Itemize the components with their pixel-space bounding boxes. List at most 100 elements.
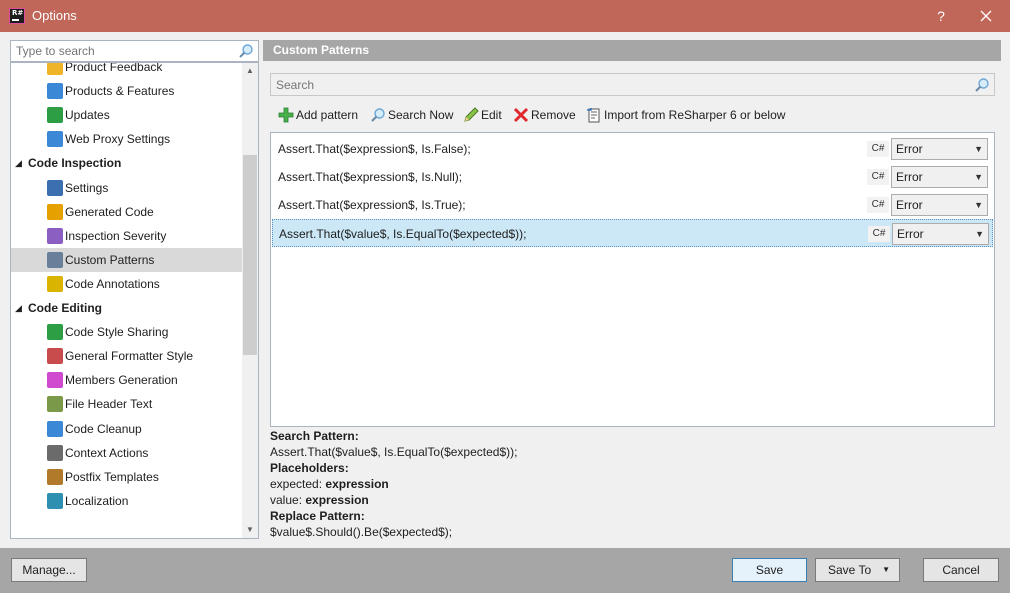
add-pattern-label: Add pattern bbox=[296, 108, 359, 122]
placeholder-kind: expression bbox=[305, 493, 369, 507]
template-icon bbox=[47, 468, 63, 485]
pattern-text: Assert.That($expression$, Is.Null); bbox=[278, 170, 463, 184]
language-badge: C# bbox=[868, 226, 890, 242]
tree-item-label: Localization bbox=[65, 493, 129, 508]
chevron-down-icon: ▼ bbox=[974, 200, 983, 210]
plus-icon bbox=[278, 107, 294, 123]
annotation-icon bbox=[47, 275, 63, 292]
patterns-toolbar: Add pattern Search Now Edit Remove Impor… bbox=[270, 103, 995, 127]
edit-label: Edit bbox=[481, 108, 502, 122]
tree-item-settings[interactable]: Settings bbox=[11, 176, 242, 200]
scroll-up-arrow-icon[interactable]: ▲ bbox=[242, 63, 258, 79]
tree-item-label: Inspection Severity bbox=[65, 228, 167, 243]
pattern-row[interactable]: Assert.That($expression$, Is.True); C# Err… bbox=[272, 191, 993, 219]
tree-item-code-style-sharing[interactable]: Code Style Sharing bbox=[11, 320, 242, 344]
tree-item-updates[interactable]: Updates bbox=[11, 103, 242, 127]
search-now-label: Search Now bbox=[388, 108, 454, 122]
pattern-text: Assert.That($expression$, Is.False); bbox=[278, 142, 471, 156]
chevron-down-icon: ▼ bbox=[975, 229, 984, 239]
close-icon bbox=[980, 10, 992, 22]
options-search-input[interactable] bbox=[11, 41, 231, 61]
pattern-row[interactable]: Assert.That($expression$, Is.False); C# Er… bbox=[272, 135, 993, 163]
tree-item-label: Postfix Templates bbox=[65, 469, 159, 484]
pattern-text: Assert.That($value$, Is.EqualTo($expecte… bbox=[279, 227, 527, 241]
tree-item-inspection-severity[interactable]: Inspection Severity bbox=[11, 224, 242, 248]
chevron-down-icon: ▼ bbox=[974, 172, 983, 182]
language-badge: C# bbox=[867, 141, 889, 157]
broom-icon bbox=[47, 420, 63, 437]
tree-item-product-feedback[interactable]: Product Feedback bbox=[11, 63, 242, 79]
tree-item-web-proxy-settings[interactable]: Web Proxy Settings bbox=[11, 127, 242, 151]
app-icon-text: R# bbox=[12, 9, 24, 17]
severity-value: Error bbox=[896, 170, 923, 184]
patterns-search-input[interactable] bbox=[271, 74, 961, 95]
severity-value: Error bbox=[897, 227, 924, 241]
placeholder-kind: expression bbox=[325, 477, 389, 491]
tree-group-code-inspection[interactable]: ◢ Code Inspection bbox=[11, 151, 242, 175]
tree-item-postfix-templates[interactable]: Postfix Templates bbox=[11, 465, 242, 489]
tree-scrollbar[interactable]: ▲ ▼ bbox=[242, 63, 258, 538]
placeholder-row: value: expression bbox=[270, 492, 369, 508]
tree-item-label: Products & Features bbox=[65, 84, 175, 99]
severity-value: Error bbox=[896, 198, 923, 212]
patterns-search-box[interactable] bbox=[270, 73, 995, 96]
expand-arrow-icon[interactable]: ◢ bbox=[15, 151, 22, 175]
dropdown-arrow-icon: ▼ bbox=[882, 565, 890, 574]
pattern-row[interactable]: Assert.That($expression$, Is.Null); C# Err… bbox=[272, 163, 993, 191]
tree-item-context-actions[interactable]: Context Actions bbox=[11, 441, 242, 465]
placeholders-label: Placeholders: bbox=[270, 461, 349, 475]
tree-item-code-cleanup[interactable]: Code Cleanup bbox=[11, 417, 242, 441]
placeholder-name: expected: bbox=[270, 477, 323, 491]
tree-group-label: Code Editing bbox=[28, 301, 102, 315]
gear-code-icon bbox=[47, 203, 63, 220]
severity-dropdown[interactable]: Error ▼ bbox=[891, 166, 988, 188]
download-icon bbox=[47, 107, 63, 124]
tree-item-label: Web Proxy Settings bbox=[65, 132, 171, 147]
severity-dropdown[interactable]: Error ▼ bbox=[891, 138, 988, 160]
remove-label: Remove bbox=[531, 108, 576, 122]
severity-dropdown[interactable]: Error ▼ bbox=[891, 194, 988, 216]
tree-item-members-generation[interactable]: Members Generation bbox=[11, 368, 242, 392]
tree-item-generated-code[interactable]: Generated Code bbox=[11, 200, 242, 224]
severity-value: Error bbox=[896, 142, 923, 156]
save-button[interactable]: Save bbox=[732, 558, 807, 582]
inspector-icon bbox=[47, 179, 63, 196]
tree-item-products-features[interactable]: Products & Features bbox=[11, 79, 242, 103]
tree-item-label: Context Actions bbox=[65, 445, 149, 460]
save-to-button[interactable]: Save To ▼ bbox=[815, 558, 900, 582]
puzzle-icon bbox=[47, 83, 63, 100]
scroll-thumb[interactable] bbox=[243, 155, 257, 355]
close-button[interactable] bbox=[975, 5, 997, 27]
tree-item-general-formatter-style[interactable]: General Formatter Style bbox=[11, 344, 242, 368]
tree-item-localization[interactable]: Localization bbox=[11, 489, 242, 513]
tree-item-label: Code Annotations bbox=[65, 276, 160, 291]
hammer-icon bbox=[47, 444, 63, 461]
tree-group-label: Code Inspection bbox=[28, 156, 122, 171]
expand-arrow-icon[interactable]: ◢ bbox=[15, 296, 22, 320]
search-pattern-value: Assert.That($value$, Is.EqualTo($expecte… bbox=[270, 445, 518, 459]
tree-item-code-annotations[interactable]: Code Annotations bbox=[11, 272, 242, 296]
tree-item-label: Updates bbox=[65, 108, 110, 123]
import-document-icon bbox=[587, 108, 600, 123]
tree-item-custom-patterns[interactable]: Custom Patterns bbox=[11, 247, 242, 272]
tree-item-file-header-text[interactable]: File Header Text bbox=[11, 392, 242, 416]
replace-pattern-label: Replace Pattern: bbox=[270, 509, 365, 523]
file-header-icon bbox=[47, 396, 63, 413]
scroll-down-arrow-icon[interactable]: ▼ bbox=[242, 522, 258, 538]
placeholder-name: value: bbox=[270, 493, 303, 507]
help-button[interactable]: ? bbox=[930, 5, 952, 27]
options-search-box[interactable] bbox=[10, 40, 259, 62]
import-label: Import from ReSharper 6 or below bbox=[604, 108, 786, 122]
pattern-row[interactable]: Assert.That($value$, Is.EqualTo($expecte… bbox=[272, 219, 993, 247]
options-tree: Product Feedback Products & Features Updat… bbox=[10, 62, 259, 539]
cancel-button[interactable]: Cancel bbox=[923, 558, 999, 582]
bottle-icon bbox=[47, 492, 63, 509]
tree-item-label: Members Generation bbox=[65, 373, 178, 388]
language-badge: C# bbox=[867, 169, 889, 185]
manage-button[interactable]: Manage... bbox=[11, 558, 87, 582]
title-bar: R# Options ? bbox=[0, 0, 1010, 32]
tree-item-label: General Formatter Style bbox=[65, 349, 194, 364]
tree-group-code-editing[interactable]: ◢ Code Editing bbox=[11, 296, 242, 320]
severity-icon bbox=[47, 227, 63, 244]
severity-dropdown[interactable]: Error ▼ bbox=[892, 223, 989, 245]
